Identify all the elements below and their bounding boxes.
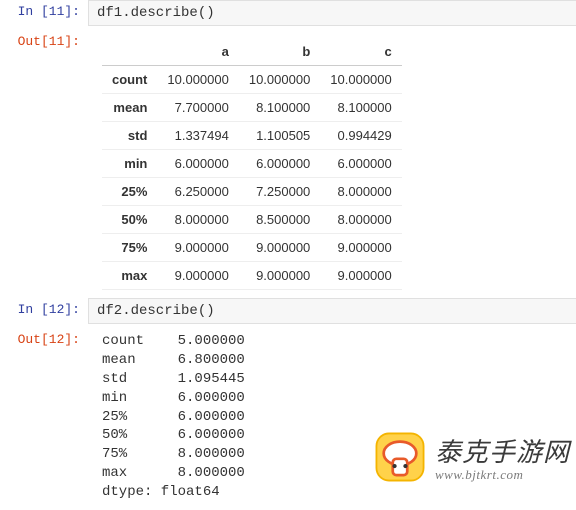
watermark-main: 泰克手游网 <box>435 432 570 469</box>
table-row: 75%9.0000009.0000009.000000 <box>102 234 402 262</box>
cell: 6.000000 <box>320 150 401 178</box>
code-input-11[interactable]: df1.describe() <box>88 0 576 26</box>
cell: 9.000000 <box>320 234 401 262</box>
cell: 9.000000 <box>239 262 320 290</box>
col-header: a <box>157 38 238 66</box>
cell: 7.250000 <box>239 178 320 206</box>
cell: 7.700000 <box>157 94 238 122</box>
input-cell-12: In [12]: df2.describe() <box>0 298 576 324</box>
dataframe-table-df1: a b c count10.00000010.00000010.000000 m… <box>102 38 402 290</box>
table-row: count10.00000010.00000010.000000 <box>102 66 402 94</box>
output-cell-11: Out[11]: a b c count10.00000010.00000010… <box>0 30 576 294</box>
cell: 9.000000 <box>239 234 320 262</box>
cell: 8.500000 <box>239 206 320 234</box>
cell: 1.337494 <box>157 122 238 150</box>
watermark-sub: www.bjtkrt.com <box>435 467 570 483</box>
cell: 1.100505 <box>239 122 320 150</box>
cell: 9.000000 <box>157 234 238 262</box>
cell: 10.000000 <box>239 66 320 94</box>
row-index: 50% <box>102 206 157 234</box>
row-index: max <box>102 262 157 290</box>
cell: 10.000000 <box>157 66 238 94</box>
cell: 6.000000 <box>239 150 320 178</box>
cell: 6.250000 <box>157 178 238 206</box>
table-row: max9.0000009.0000009.000000 <box>102 262 402 290</box>
out-prompt-12: Out[12]: <box>0 328 88 506</box>
watermark: 泰克手游网 www.bjtkrt.com <box>371 428 570 486</box>
in-prompt-12: In [12]: <box>0 298 88 324</box>
cell: 6.000000 <box>157 150 238 178</box>
table-header-row: a b c <box>102 38 402 66</box>
table-row: mean7.7000008.1000008.100000 <box>102 94 402 122</box>
cell: 8.000000 <box>157 206 238 234</box>
cell: 9.000000 <box>157 262 238 290</box>
code-text: df2.describe() <box>97 303 215 319</box>
row-index: 25% <box>102 178 157 206</box>
row-index: min <box>102 150 157 178</box>
table-row: 50%8.0000008.5000008.000000 <box>102 206 402 234</box>
table-row: std1.3374941.1005050.994429 <box>102 122 402 150</box>
cell: 10.000000 <box>320 66 401 94</box>
code-text: df1.describe() <box>97 5 215 21</box>
input-cell-11: In [11]: df1.describe() <box>0 0 576 26</box>
watermark-text-stack: 泰克手游网 www.bjtkrt.com <box>435 432 570 483</box>
table-row: min6.0000006.0000006.000000 <box>102 150 402 178</box>
row-index: mean <box>102 94 157 122</box>
corner-cell <box>102 38 157 66</box>
in-prompt-11: In [11]: <box>0 0 88 26</box>
code-input-12[interactable]: df2.describe() <box>88 298 576 324</box>
row-index: count <box>102 66 157 94</box>
cell: 8.100000 <box>239 94 320 122</box>
col-header: c <box>320 38 401 66</box>
output-area-11: a b c count10.00000010.00000010.000000 m… <box>88 30 576 294</box>
cell: 0.994429 <box>320 122 401 150</box>
cell: 8.000000 <box>320 178 401 206</box>
mushroom-icon <box>371 428 429 486</box>
col-header: b <box>239 38 320 66</box>
cell: 8.000000 <box>320 206 401 234</box>
table-row: 25%6.2500007.2500008.000000 <box>102 178 402 206</box>
out-prompt-11: Out[11]: <box>0 30 88 294</box>
cell: 9.000000 <box>320 262 401 290</box>
row-index: 75% <box>102 234 157 262</box>
row-index: std <box>102 122 157 150</box>
cell: 8.100000 <box>320 94 401 122</box>
